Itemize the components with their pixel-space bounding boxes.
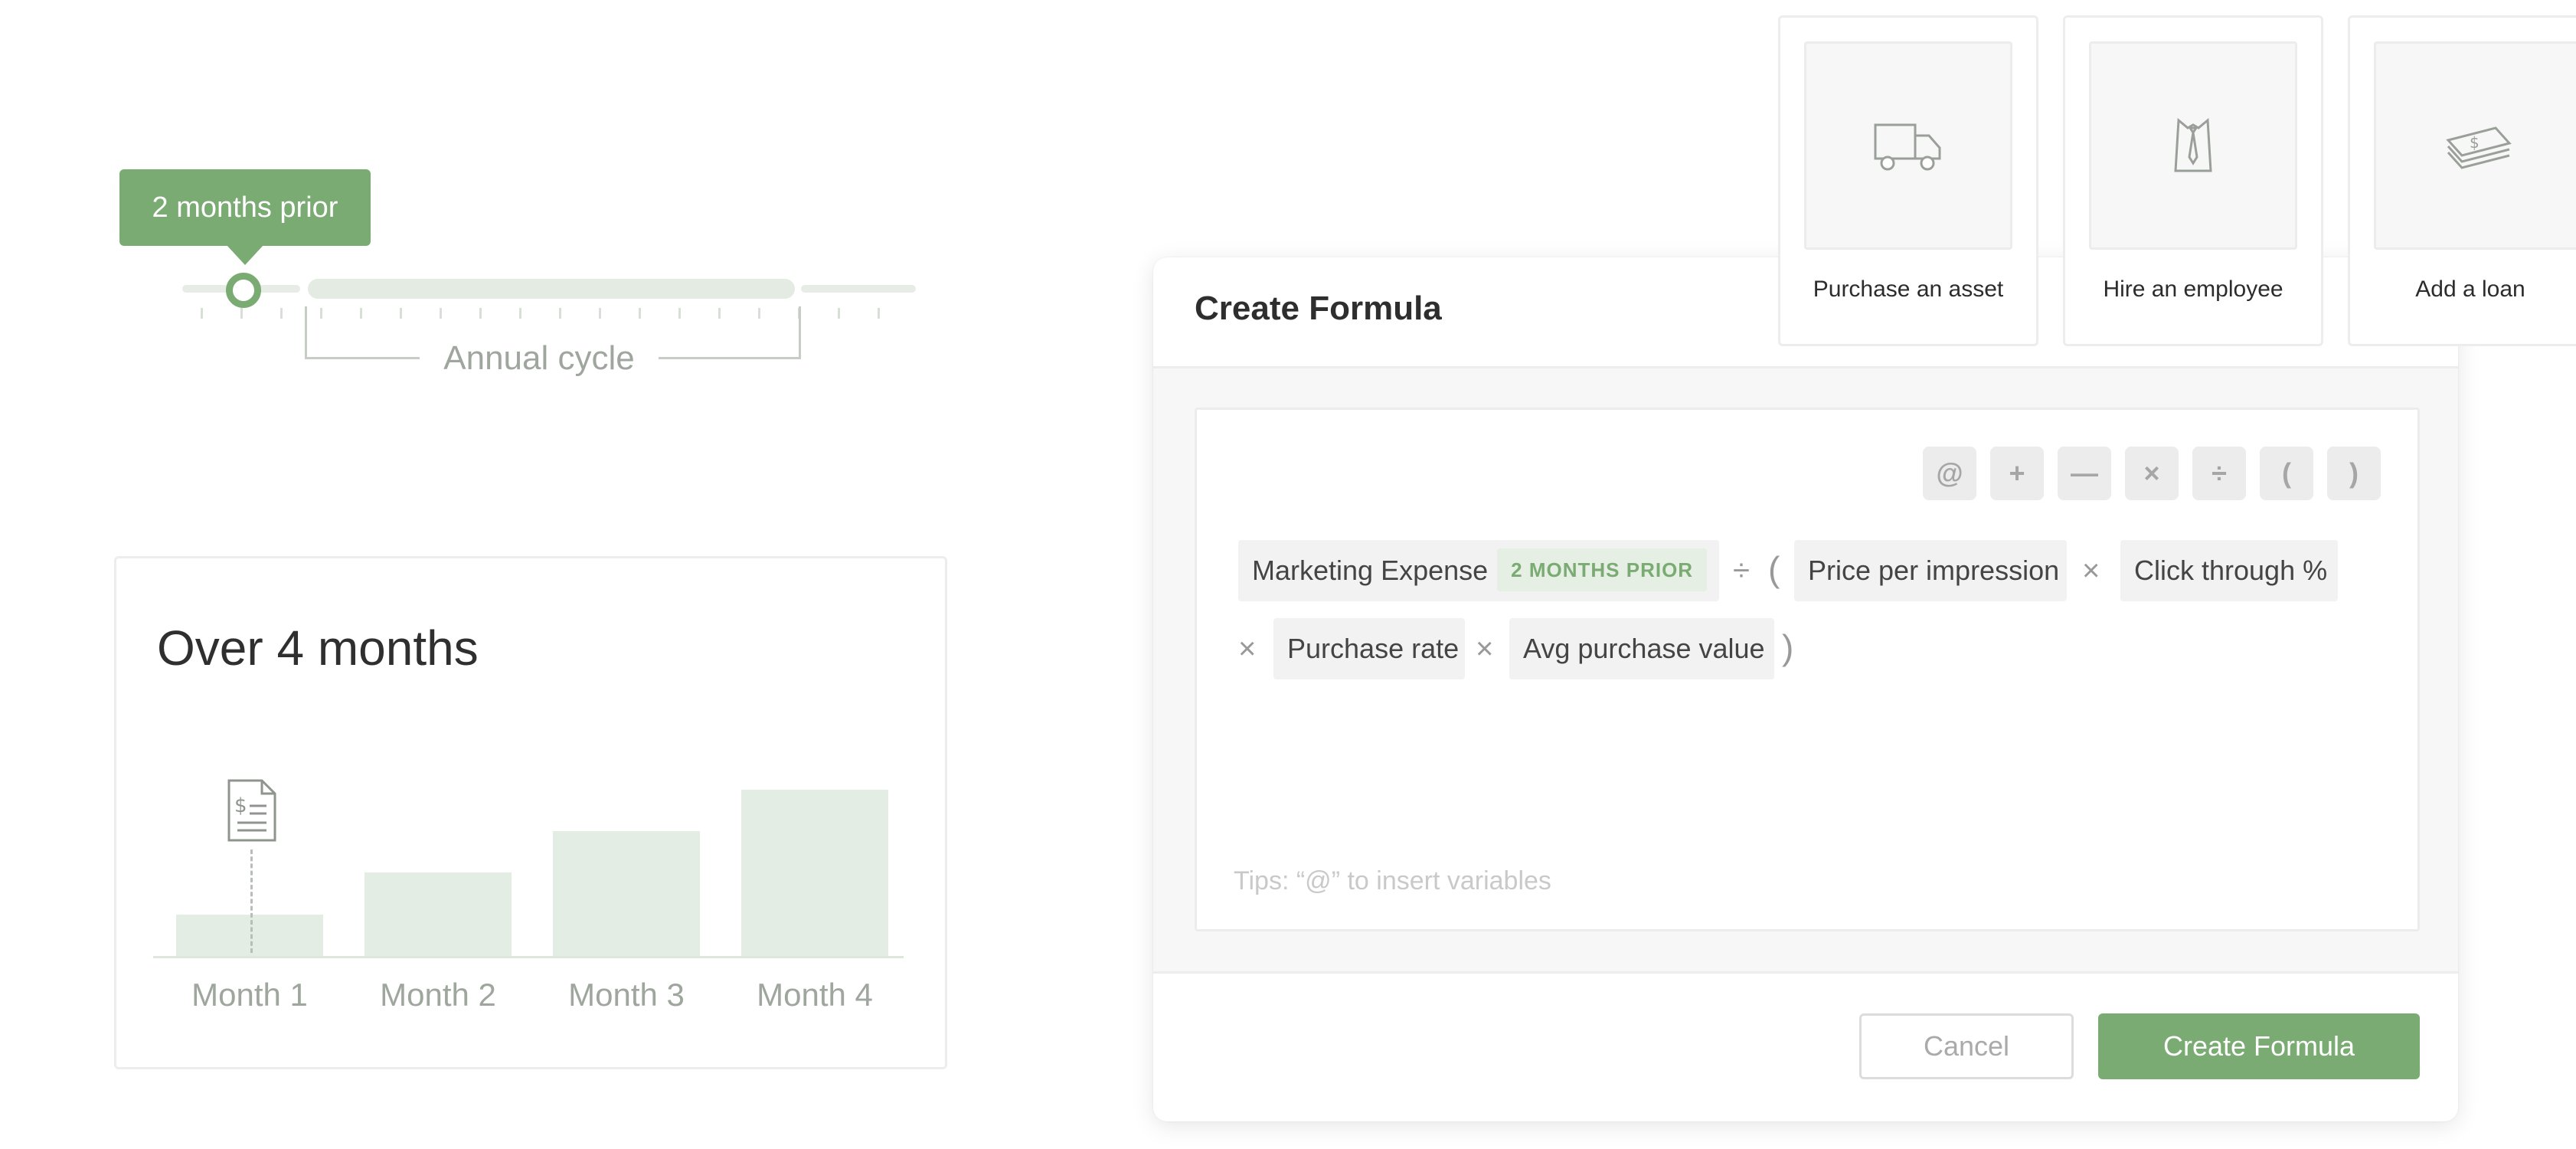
cancel-button[interactable]: Cancel bbox=[1859, 1013, 2074, 1079]
timeline-tick bbox=[838, 308, 840, 319]
action-card-hire-employee[interactable]: Hire an employee bbox=[2063, 15, 2323, 346]
variable-name: Marketing Expense bbox=[1252, 555, 1489, 586]
create-formula-modal: Create Formula @ + — × ÷ ( ) Marketing E… bbox=[1153, 257, 2458, 1121]
multiply-button[interactable]: × bbox=[2125, 447, 2179, 500]
svg-text:$: $ bbox=[2470, 133, 2480, 152]
timeline-tick bbox=[240, 308, 243, 319]
bar-month-1 bbox=[176, 914, 323, 956]
timeline-tooltip: 2 months prior bbox=[119, 169, 371, 246]
timeline-tick bbox=[201, 308, 203, 319]
create-formula-button[interactable]: Create Formula bbox=[2098, 1013, 2420, 1079]
action-card-purchase-asset[interactable]: Purchase an asset bbox=[1778, 15, 2038, 346]
open-paren: ( bbox=[1768, 549, 1780, 589]
action-icon-tile bbox=[1804, 41, 2012, 250]
chart-title: Over 4 months bbox=[157, 620, 479, 676]
multiply-operator: × bbox=[1476, 632, 1494, 666]
track-left bbox=[182, 285, 228, 293]
svg-text:$: $ bbox=[234, 794, 247, 817]
plus-button[interactable]: + bbox=[1990, 447, 2044, 500]
bar-label: Month 3 bbox=[568, 977, 685, 1013]
action-icon-tile: $ bbox=[2374, 41, 2576, 250]
action-label: Add a loan bbox=[2415, 277, 2525, 302]
bar-label: Month 1 bbox=[191, 977, 308, 1013]
divide-operator: ÷ bbox=[1733, 554, 1750, 588]
multiply-operator: × bbox=[2082, 554, 2100, 588]
bar-month-2 bbox=[364, 872, 512, 956]
variable-chip-price-per-impression[interactable]: Price per impression bbox=[1794, 540, 2067, 601]
insert-variable-button[interactable]: @ bbox=[1923, 447, 1976, 500]
timeline-tick bbox=[280, 308, 283, 319]
track-left-2 bbox=[257, 285, 300, 293]
months-chart-card: Over 4 months Month 1 Month 2 Month 3 Month… bbox=[114, 556, 947, 1069]
variable-chip-purchase-rate[interactable]: Purchase rate bbox=[1273, 618, 1465, 679]
variable-chip-click-through[interactable]: Click through % bbox=[2120, 540, 2338, 601]
action-label: Hire an employee bbox=[2103, 277, 2283, 302]
multiply-operator: × bbox=[1238, 632, 1257, 666]
money-stack-icon: $ bbox=[2446, 126, 2512, 169]
modal-body: @ + — × ÷ ( ) Marketing Expense 2 MONTHS … bbox=[1153, 368, 2458, 974]
invoice-doc-icon: $ bbox=[227, 779, 276, 842]
action-label: Purchase an asset bbox=[1813, 277, 2004, 302]
close-paren: ) bbox=[1782, 627, 1794, 667]
shirt-tie-icon bbox=[2174, 117, 2212, 172]
timeline-handle[interactable] bbox=[226, 273, 261, 308]
minus-button[interactable]: — bbox=[2058, 447, 2111, 500]
chart-baseline bbox=[153, 956, 904, 958]
annual-cycle-track[interactable] bbox=[308, 279, 795, 299]
annual-cycle-label: Annual cycle bbox=[420, 336, 659, 381]
truck-icon bbox=[1874, 123, 1941, 171]
timeline-tick bbox=[878, 308, 880, 319]
modal-title: Create Formula bbox=[1195, 290, 1442, 327]
open-paren-button[interactable]: ( bbox=[2260, 447, 2313, 500]
bar-month-3 bbox=[553, 831, 700, 956]
bar-label: Month 2 bbox=[380, 977, 496, 1013]
time-offset-badge[interactable]: 2 MONTHS PRIOR bbox=[1497, 548, 1708, 592]
close-paren-button[interactable]: ) bbox=[2327, 447, 2381, 500]
timeline-slider[interactable]: 2 months prior Annual cycle bbox=[0, 0, 995, 429]
track-right bbox=[801, 285, 916, 293]
variable-chip-avg-purchase-value[interactable]: Avg purchase value bbox=[1509, 618, 1774, 679]
marker-dashed-line bbox=[250, 849, 253, 953]
divide-button[interactable]: ÷ bbox=[2192, 447, 2246, 500]
formula-tips: Tips: “@” to insert variables bbox=[1234, 866, 1551, 895]
action-card-add-loan[interactable]: $ Add a loan bbox=[2348, 15, 2576, 346]
bar-month-4 bbox=[741, 789, 888, 956]
variable-chip-marketing-expense[interactable]: Marketing Expense 2 MONTHS PRIOR bbox=[1238, 540, 1719, 601]
action-icon-tile bbox=[2089, 41, 2297, 250]
bar-label: Month 4 bbox=[757, 977, 873, 1013]
tooltip-arrow bbox=[227, 245, 263, 265]
formula-editor[interactable]: @ + — × ÷ ( ) Marketing Expense 2 MONTHS … bbox=[1195, 408, 2420, 931]
